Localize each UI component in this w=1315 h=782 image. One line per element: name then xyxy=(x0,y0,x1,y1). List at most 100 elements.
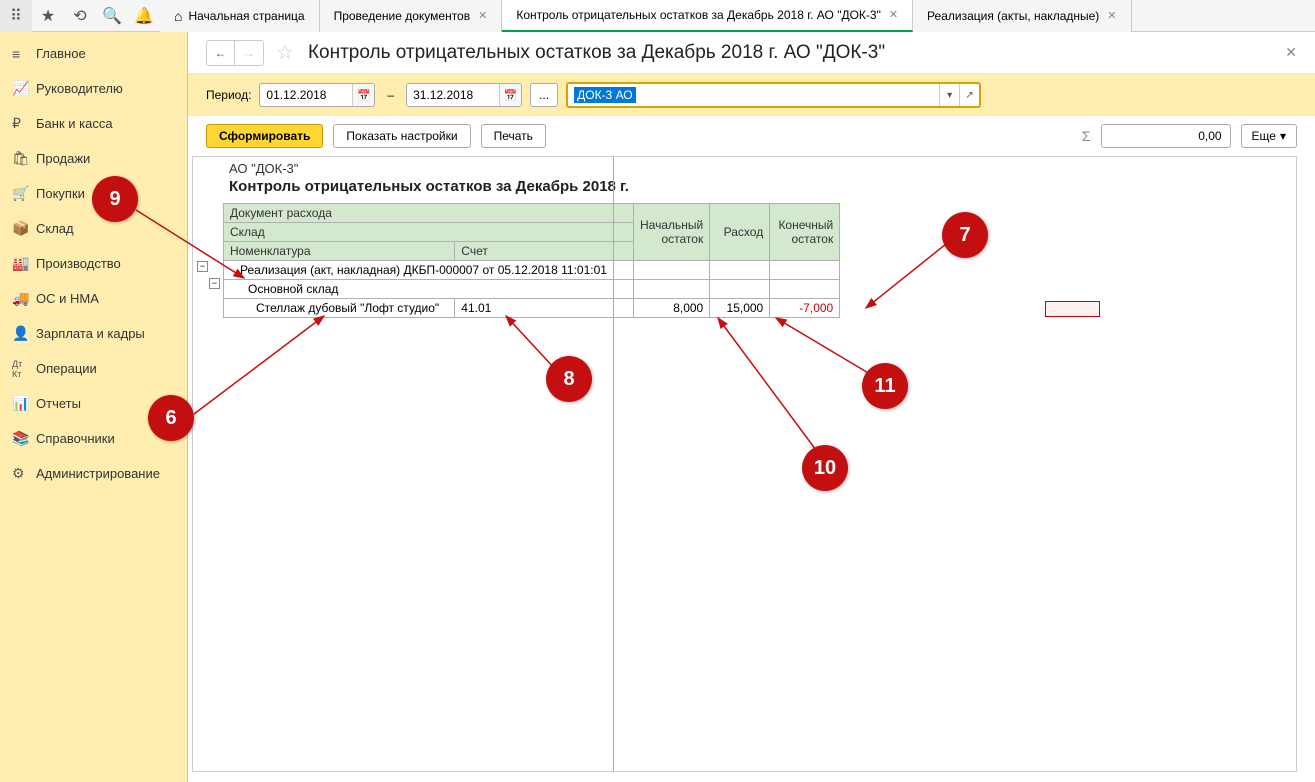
sidebar-label: Руководителю xyxy=(36,81,123,96)
title-bar: ← → ☆ Контроль отрицательных остатков за… xyxy=(188,32,1315,74)
callout-8: 8 xyxy=(546,356,592,402)
sum-input[interactable] xyxy=(1101,124,1231,148)
star-icon[interactable]: ★ xyxy=(32,0,64,32)
favorite-button[interactable]: ☆ xyxy=(276,40,294,65)
books-icon: 📚 xyxy=(12,430,36,447)
ruble-icon: ₽ xyxy=(12,115,36,132)
vertical-divider xyxy=(613,157,614,771)
table-row-doc[interactable]: Реализация (акт, накладная) ДКБП-000007 … xyxy=(224,261,840,280)
forward-button[interactable]: → xyxy=(235,41,263,65)
calendar-icon[interactable]: 📅 xyxy=(352,84,374,106)
sidebar-item-main[interactable]: ≡Главное xyxy=(0,36,187,71)
dropdown-icon[interactable]: ▾ xyxy=(939,84,959,106)
sidebar-item-bank[interactable]: ₽Банк и касса xyxy=(0,106,187,141)
callout-10: 10 xyxy=(802,445,848,491)
cell-nach: 8,000 xyxy=(634,299,710,318)
sidebar-item-salary[interactable]: 👤Зарплата и кадры xyxy=(0,316,187,351)
truck-icon: 🚚 xyxy=(12,290,36,307)
calendar-icon[interactable]: 📅 xyxy=(499,84,521,106)
filter-bar: Период: 📅 – 📅 ... ДОК-3 АО ▾ ↗ xyxy=(188,74,1315,116)
sidebar-item-warehouse[interactable]: 📦Склад xyxy=(0,211,187,246)
dtkt-icon: ДтКт xyxy=(12,359,36,379)
sidebar-label: Производство xyxy=(36,256,121,271)
report-area: АО "ДОК-3" Контроль отрицательных остатк… xyxy=(188,156,1315,782)
callout-7: 7 xyxy=(942,212,988,258)
bag-icon: 🛍 xyxy=(12,150,36,167)
generate-button[interactable]: Сформировать xyxy=(206,124,323,148)
cell-rashod: 15,000 xyxy=(710,299,770,318)
tab-label: Реализация (акты, накладные) xyxy=(927,9,1099,23)
chart-icon: 📈 xyxy=(12,80,36,97)
sigma-icon: Σ xyxy=(1082,128,1091,144)
report-scroll[interactable]: АО "ДОК-3" Контроль отрицательных остатк… xyxy=(192,156,1297,772)
person-icon: 👤 xyxy=(12,325,36,342)
bell-icon[interactable]: 🔔 xyxy=(128,0,160,32)
sidebar-item-operations[interactable]: ДтКтОперации xyxy=(0,351,187,386)
action-bar: Сформировать Показать настройки Печать Σ… xyxy=(188,116,1315,156)
nav-arrows: ← → xyxy=(206,40,264,66)
factory-icon: 🏭 xyxy=(12,255,36,272)
callout-11: 11 xyxy=(862,363,908,409)
cell-schet: 41.01 xyxy=(455,299,634,318)
more-button[interactable]: Еще ▾ xyxy=(1241,124,1297,148)
col-rashod: Расход xyxy=(710,204,770,261)
page-title: Контроль отрицательных остатков за Декаб… xyxy=(308,42,885,64)
report-org: АО "ДОК-3" xyxy=(229,161,1296,176)
cell-kon: -7,000 xyxy=(770,299,840,318)
sidebar-label: Продажи xyxy=(36,151,90,166)
sidebar-item-sales[interactable]: 🛍Продажи xyxy=(0,141,187,176)
bars-icon: 📊 xyxy=(12,395,36,412)
print-button[interactable]: Печать xyxy=(481,124,546,148)
box-icon: 📦 xyxy=(12,220,36,237)
home-icon: ⌂ xyxy=(174,8,182,24)
main-area: ← → ☆ Контроль отрицательных остатков за… xyxy=(188,32,1315,782)
date-to-input[interactable] xyxy=(407,84,499,106)
date-to-wrap: 📅 xyxy=(406,83,522,107)
date-from-wrap: 📅 xyxy=(259,83,375,107)
sidebar-label: Склад xyxy=(36,221,74,236)
period-picker-button[interactable]: ... xyxy=(530,83,558,107)
callout-9: 9 xyxy=(92,176,138,222)
sidebar-label: Зарплата и кадры xyxy=(36,326,145,341)
sidebar-label: Банк и касса xyxy=(36,116,113,131)
tab-realization[interactable]: Реализация (акты, накладные) ✕ xyxy=(913,0,1131,32)
sidebar-item-admin[interactable]: ⚙Администрирование xyxy=(0,456,187,491)
sidebar-label: ОС и НМА xyxy=(36,291,99,306)
org-input[interactable]: ДОК-3 АО xyxy=(568,84,939,106)
col-kon: Конечный остаток xyxy=(770,204,840,261)
date-from-input[interactable] xyxy=(260,84,352,106)
period-label: Период: xyxy=(206,88,251,102)
history-icon[interactable]: ⟲ xyxy=(64,0,96,32)
period-dash: – xyxy=(387,88,394,102)
search-icon[interactable]: 🔍 xyxy=(96,0,128,32)
table-row-sklad[interactable]: Основной склад xyxy=(224,280,840,299)
report-title: Контроль отрицательных остатков за Декаб… xyxy=(229,178,1296,195)
tab-home[interactable]: ⌂ Начальная страница xyxy=(160,0,320,32)
close-icon[interactable]: ✕ xyxy=(478,9,487,22)
col-doc: Документ расхода xyxy=(224,204,634,223)
sidebar-label: Главное xyxy=(36,46,86,61)
sidebar-item-production[interactable]: 🏭Производство xyxy=(0,246,187,281)
open-icon[interactable]: ↗ xyxy=(959,84,979,106)
cell-sklad: Основной склад xyxy=(224,280,634,299)
tab-control-neg[interactable]: Контроль отрицательных остатков за Декаб… xyxy=(502,0,913,32)
sidebar-item-manager[interactable]: 📈Руководителю xyxy=(0,71,187,106)
col-sklad: Склад xyxy=(224,223,634,242)
apps-icon[interactable]: ⠿ xyxy=(0,0,32,32)
callout-6: 6 xyxy=(148,395,194,441)
sidebar-label: Справочники xyxy=(36,431,115,446)
show-settings-button[interactable]: Показать настройки xyxy=(333,124,470,148)
back-button[interactable]: ← xyxy=(207,41,235,65)
menu-icon: ≡ xyxy=(12,46,36,62)
col-schet: Счет xyxy=(455,242,634,261)
expand-toggle[interactable]: − xyxy=(197,258,208,272)
close-page-button[interactable]: ✕ xyxy=(1285,44,1297,61)
tab-label: Проведение документов xyxy=(334,9,471,23)
expand-toggle[interactable]: − xyxy=(209,275,220,289)
close-icon[interactable]: ✕ xyxy=(1107,9,1116,22)
table-row-item[interactable]: Стеллаж дубовый "Лофт студио" 41.01 8,00… xyxy=(224,299,840,318)
close-icon[interactable]: ✕ xyxy=(889,8,898,21)
tab-documents[interactable]: Проведение документов ✕ xyxy=(320,0,503,32)
tab-label: Начальная страница xyxy=(188,9,304,23)
sidebar-item-os-nma[interactable]: 🚚ОС и НМА xyxy=(0,281,187,316)
